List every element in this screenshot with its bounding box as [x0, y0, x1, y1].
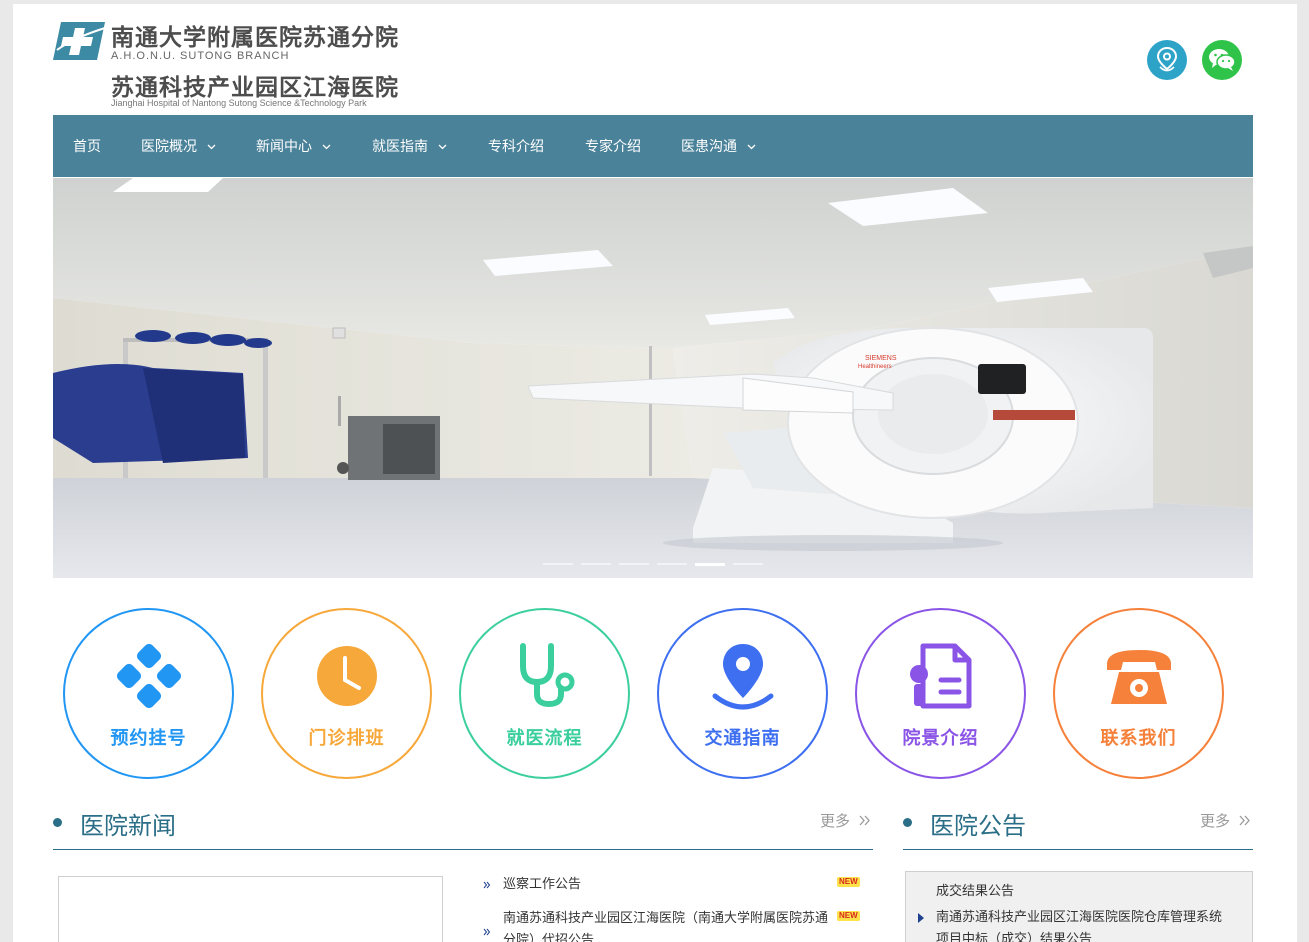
- more-label: 更多: [1200, 812, 1231, 830]
- hospital-logo[interactable]: 南通大学附属医院苏通分院 A.H.O.N.U. SUTONG BRANCH 苏通…: [53, 18, 413, 110]
- nav-label: 医患沟通: [681, 139, 737, 155]
- news-divider: [53, 849, 873, 850]
- slide-dot-6[interactable]: [733, 563, 763, 565]
- news-list-item[interactable]: 南通苏通科技产业园区江海医院（南通大学附属医院苏通分院）代招公告: [483, 908, 838, 942]
- chevron-down-icon: [438, 144, 447, 149]
- nav-label: 专家介绍: [585, 139, 641, 155]
- service-campus[interactable]: 院景介绍: [855, 608, 1026, 779]
- service-label: 交通指南: [704, 728, 781, 749]
- chevron-down-icon: [747, 144, 756, 149]
- main-nav: 首页 医院概况 新闻中心 就医指南 专科介绍 专家介绍 医患沟通: [53, 115, 1253, 177]
- service-label: 就医流程: [506, 728, 583, 749]
- slide-dot-4[interactable]: [657, 563, 687, 565]
- new-badge: NEW: [837, 911, 860, 921]
- slide-indicators: [543, 563, 773, 567]
- news-section-title: 医院新闻: [80, 812, 176, 840]
- appointment-icon: [116, 643, 181, 709]
- slide-dot-1[interactable]: [543, 563, 573, 565]
- nav-item-experts[interactable]: 专家介绍: [585, 115, 641, 177]
- service-label: 门诊排班: [308, 728, 385, 749]
- slide-dot-2[interactable]: [581, 563, 611, 565]
- news-item-text: 巡察工作公告: [503, 877, 582, 892]
- notice-item-text: 成交结果公告: [936, 884, 1015, 899]
- service-process[interactable]: 就医流程: [459, 608, 630, 779]
- ct-scanner-room-photo: SIEMENS Healthineers: [53, 178, 1253, 578]
- banner-slideshow[interactable]: SIEMENS Healthineers: [53, 178, 1253, 578]
- chevron-down-icon: [322, 144, 331, 149]
- slide-dot-5[interactable]: [695, 563, 725, 566]
- notice-more-link[interactable]: 更多: [1200, 810, 1251, 831]
- nav-item-communication[interactable]: 医患沟通: [681, 115, 756, 177]
- more-label: 更多: [820, 812, 851, 830]
- nav-label: 就医指南: [372, 139, 428, 155]
- notice-section-title: 医院公告: [930, 812, 1026, 840]
- nav-item-guide[interactable]: 就医指南: [372, 115, 447, 177]
- service-contact[interactable]: 联系我们: [1053, 608, 1224, 779]
- page: 南通大学附属医院苏通分院 A.H.O.N.U. SUTONG BRANCH 苏通…: [13, 4, 1297, 942]
- service-label: 联系我们: [1100, 728, 1177, 749]
- new-badge: NEW: [837, 877, 860, 887]
- double-chevron-right-icon: [859, 815, 870, 826]
- wechat-icon: [1209, 49, 1236, 71]
- logo-subtitle-en: Jianghai Hospital of Nantong Sutong Scie…: [111, 98, 367, 108]
- svg-text:Healthineers: Healthineers: [858, 364, 892, 370]
- nav-label: 首页: [73, 139, 101, 155]
- logo-subtitle-cn: 苏通科技产业园区江海医院: [111, 75, 399, 101]
- chevron-down-icon: [207, 144, 216, 149]
- location-button[interactable]: [1147, 40, 1187, 80]
- nav-item-home[interactable]: 首页: [73, 115, 101, 177]
- service-label: 院景介绍: [902, 728, 979, 749]
- svg-text:SIEMENS: SIEMENS: [865, 355, 897, 362]
- slide-dot-3[interactable]: [619, 563, 649, 565]
- news-more-link[interactable]: 更多: [820, 810, 871, 831]
- notice-list: 成交结果公告 南通苏通科技产业园区江海医院医院仓库管理系统项目中标（成交）结果公…: [905, 871, 1253, 942]
- news-list-item[interactable]: 巡察工作公告: [483, 874, 838, 896]
- logo-title-cn: 南通大学附属医院苏通分院: [111, 25, 399, 51]
- section-dot: [903, 818, 912, 827]
- header: 南通大学附属医院苏通分院 A.H.O.N.U. SUTONG BRANCH 苏通…: [13, 4, 1297, 115]
- double-chevron-right-icon: [1239, 815, 1250, 826]
- nav-label: 新闻中心: [256, 139, 312, 155]
- news-item-text: 南通苏通科技产业园区江海医院（南通大学附属医院苏通分院）代招公告: [503, 911, 829, 942]
- service-schedule[interactable]: 门诊排班: [261, 608, 432, 779]
- notice-divider: [903, 849, 1253, 850]
- nav-item-departments[interactable]: 专科介绍: [488, 115, 544, 177]
- triangle-bullet-icon: [918, 913, 924, 923]
- notice-list-item[interactable]: 成交结果公告: [936, 881, 1226, 903]
- location-icon: [1156, 47, 1178, 72]
- wechat-button[interactable]: [1202, 40, 1242, 80]
- news-section-header: 医院新闻 更多: [53, 806, 873, 852]
- notice-item-text: 南通苏通科技产业园区江海医院医院仓库管理系统项目中标（成交）结果公告: [936, 910, 1223, 942]
- service-appointment[interactable]: 预约挂号: [63, 608, 234, 779]
- notice-list-item[interactable]: 南通苏通科技产业园区江海医院医院仓库管理系统项目中标（成交）结果公告: [918, 907, 1226, 942]
- telephone-icon: [1106, 650, 1171, 704]
- double-chevron-bullet-icon: [483, 928, 491, 936]
- nav-item-news-center[interactable]: 新闻中心: [256, 115, 331, 177]
- service-traffic-guide[interactable]: 交通指南: [657, 608, 828, 779]
- nav-label: 专科介绍: [488, 139, 544, 155]
- clock-icon: [316, 646, 377, 706]
- news-image[interactable]: [58, 876, 443, 942]
- nav-label: 医院概况: [141, 139, 197, 155]
- logo-title-en: A.H.O.N.U. SUTONG BRANCH: [111, 50, 290, 62]
- service-label: 预约挂号: [110, 728, 187, 749]
- hospital-cross-logo-icon: [53, 22, 106, 60]
- notice-section-header: 医院公告 更多: [903, 806, 1253, 852]
- stethoscope-icon: [519, 643, 574, 708]
- map-pin-icon: [712, 644, 773, 710]
- double-chevron-bullet-icon: [483, 881, 491, 889]
- nav-item-overview[interactable]: 医院概况: [141, 115, 216, 177]
- section-dot: [53, 818, 62, 827]
- certificate-icon: [909, 643, 971, 709]
